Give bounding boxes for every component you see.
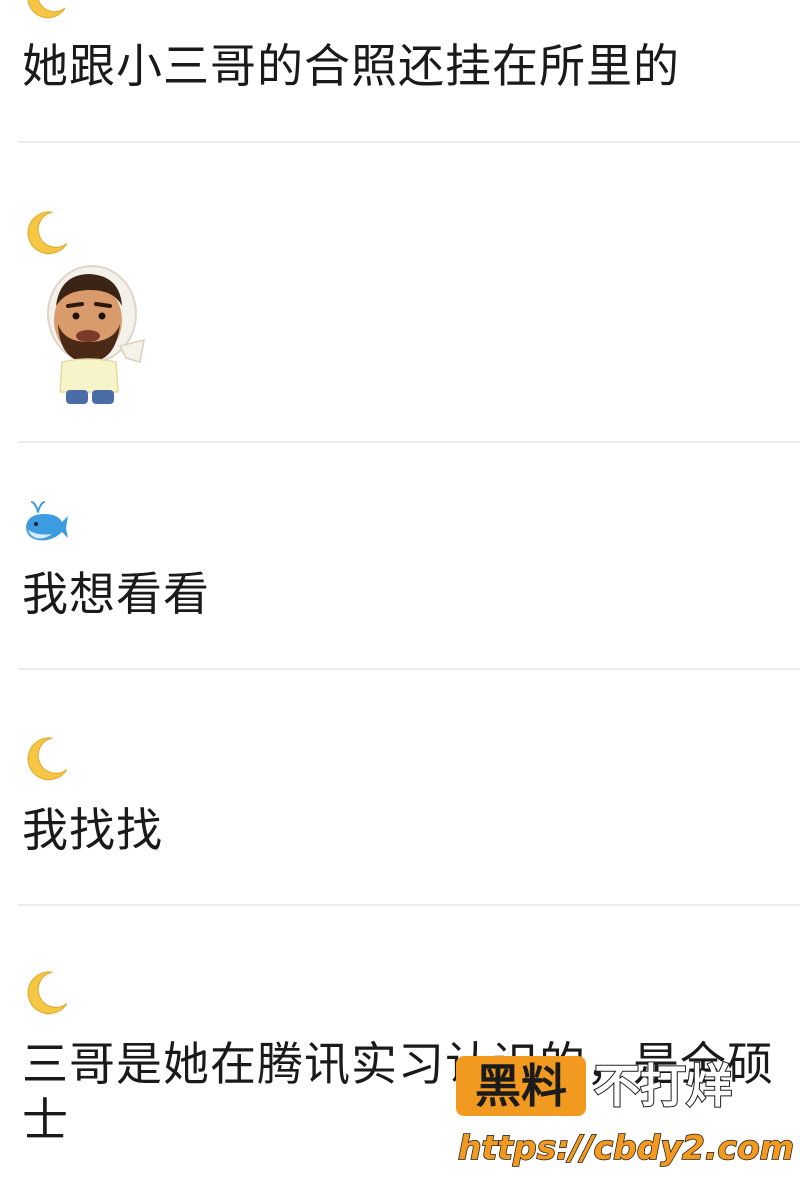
- watermark-badge: 黑料: [456, 1056, 586, 1116]
- bearded-man-sticker[interactable]: [40, 262, 156, 410]
- message-text: 我想看看: [22, 567, 210, 621]
- message-text: 我找找: [22, 803, 163, 857]
- divider: [18, 441, 800, 443]
- watermark-title: 不打烊: [593, 1058, 733, 1114]
- crescent-moon-icon[interactable]: [22, 734, 70, 786]
- divider: [18, 904, 800, 906]
- site-watermark: 黑料 不打烊 https://cbdy2.com: [452, 1050, 800, 1180]
- watermark-url: https://cbdy2.com: [457, 1127, 795, 1168]
- message-text: 她跟小三哥的合照还挂在所里的: [22, 39, 680, 93]
- whale-icon[interactable]: [22, 496, 70, 548]
- crescent-moon-icon[interactable]: [22, 208, 70, 260]
- crescent-moon-icon[interactable]: [22, 968, 70, 1020]
- divider: [18, 141, 800, 143]
- divider: [18, 668, 800, 670]
- crescent-moon-icon[interactable]: [22, 0, 68, 24]
